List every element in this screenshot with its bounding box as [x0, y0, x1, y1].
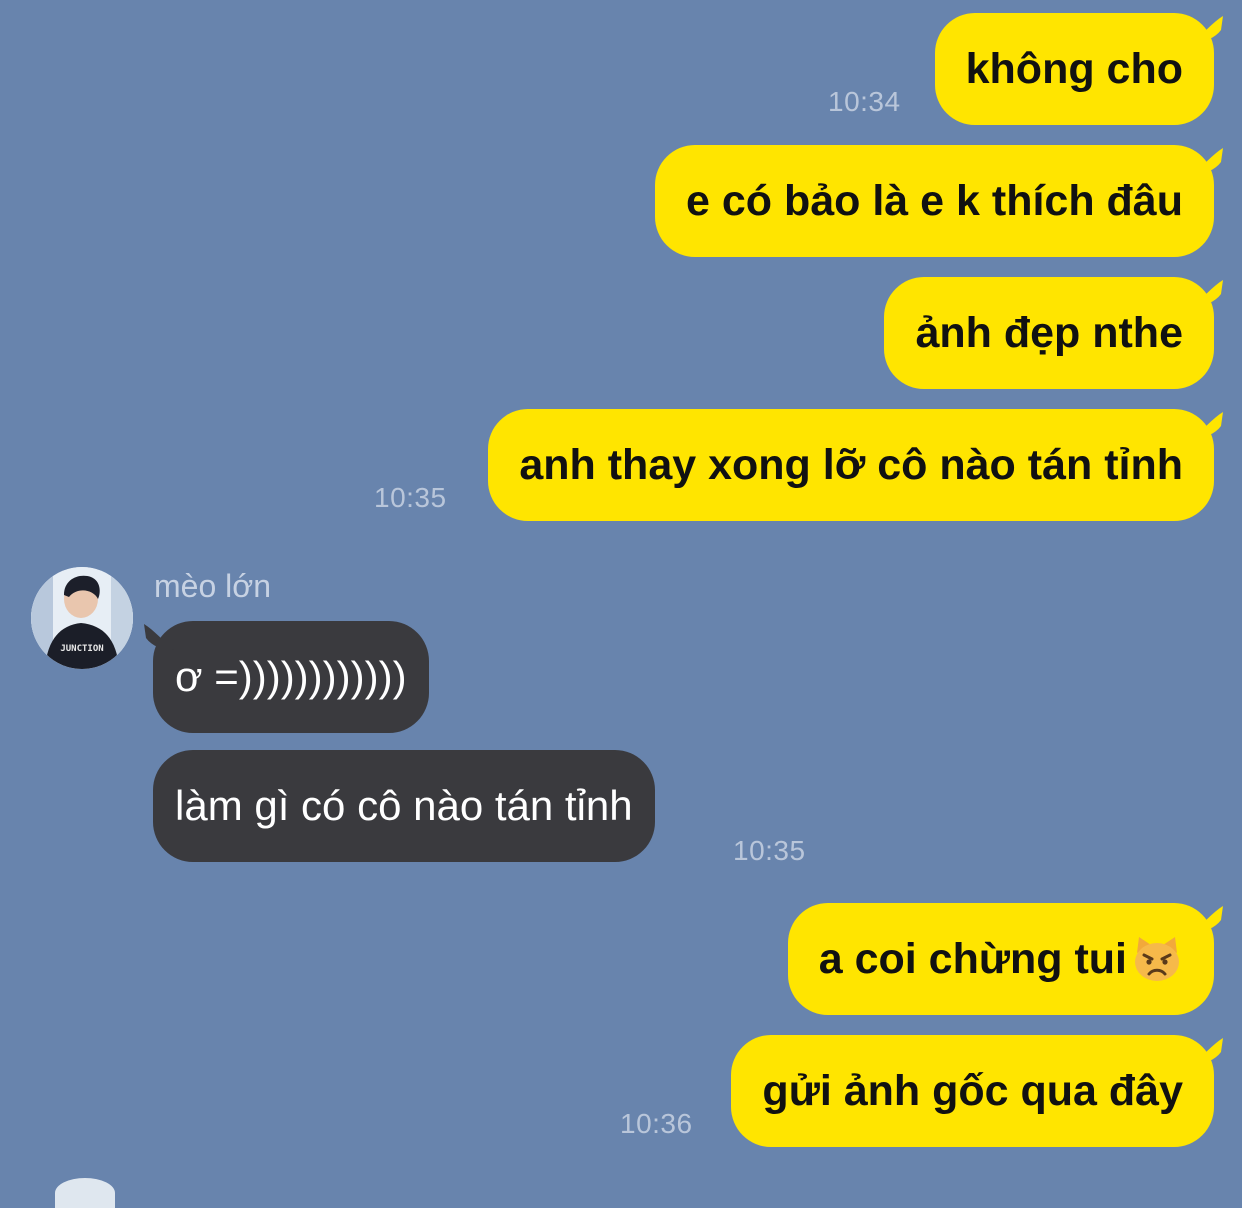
outgoing-message[interactable]: a coi chừng tui — [787, 903, 1223, 1015]
message-text: không cho — [965, 44, 1183, 93]
avatar-photo-icon: JUNCTION — [31, 567, 133, 669]
outgoing-message[interactable]: gửi ảnh gốc qua đây — [731, 1035, 1223, 1147]
next-avatar-partial — [55, 1178, 115, 1208]
outgoing-message[interactable]: ảnh đẹp nthe — [884, 277, 1223, 389]
message-text: a coi chừng tui — [818, 934, 1127, 983]
bubble-tail-icon — [1193, 412, 1223, 438]
bubble-tail-icon — [1193, 1038, 1223, 1064]
message-text: làm gì có cô nào tán tỉnh — [175, 782, 633, 829]
timestamp: 10:35 — [374, 482, 447, 513]
bubble-tail-icon — [144, 624, 174, 650]
outgoing-message[interactable]: anh thay xong lỡ cô nào tán tỉnh — [488, 409, 1223, 521]
message-text: gửi ảnh gốc qua đây — [762, 1066, 1183, 1115]
message-text: ảnh đẹp nthe — [915, 308, 1183, 357]
incoming-message[interactable]: ơ =)))))))))))) — [144, 621, 429, 733]
bubble-tail-icon — [1193, 906, 1223, 932]
bubble-tail-icon — [1193, 16, 1223, 42]
message-text: ơ =)))))))))))) — [175, 653, 407, 700]
outgoing-message[interactable]: e có bảo là e k thích đâu — [654, 145, 1223, 257]
timestamp: 10:36 — [620, 1108, 693, 1139]
bubble-tail-icon — [1193, 280, 1223, 306]
timestamp: 10:35 — [733, 835, 806, 866]
message-text: anh thay xong lỡ cô nào tán tỉnh — [519, 440, 1183, 489]
incoming-message[interactable]: làm gì có cô nào tán tỉnh — [153, 750, 655, 862]
svg-text:JUNCTION: JUNCTION — [60, 644, 103, 654]
bubble-tail-icon — [1193, 148, 1223, 174]
outgoing-message[interactable]: không cho — [934, 13, 1223, 125]
sender-name: mèo lớn — [154, 568, 272, 604]
sender-avatar[interactable]: JUNCTION — [31, 567, 133, 669]
chat-area[interactable]: không cho 10:34 e có bảo là e k thích đâ… — [0, 0, 1242, 1208]
message-text: e có bảo là e k thích đâu — [685, 176, 1183, 225]
pouting-cat-icon — [1135, 937, 1179, 981]
timestamp: 10:34 — [828, 86, 901, 117]
